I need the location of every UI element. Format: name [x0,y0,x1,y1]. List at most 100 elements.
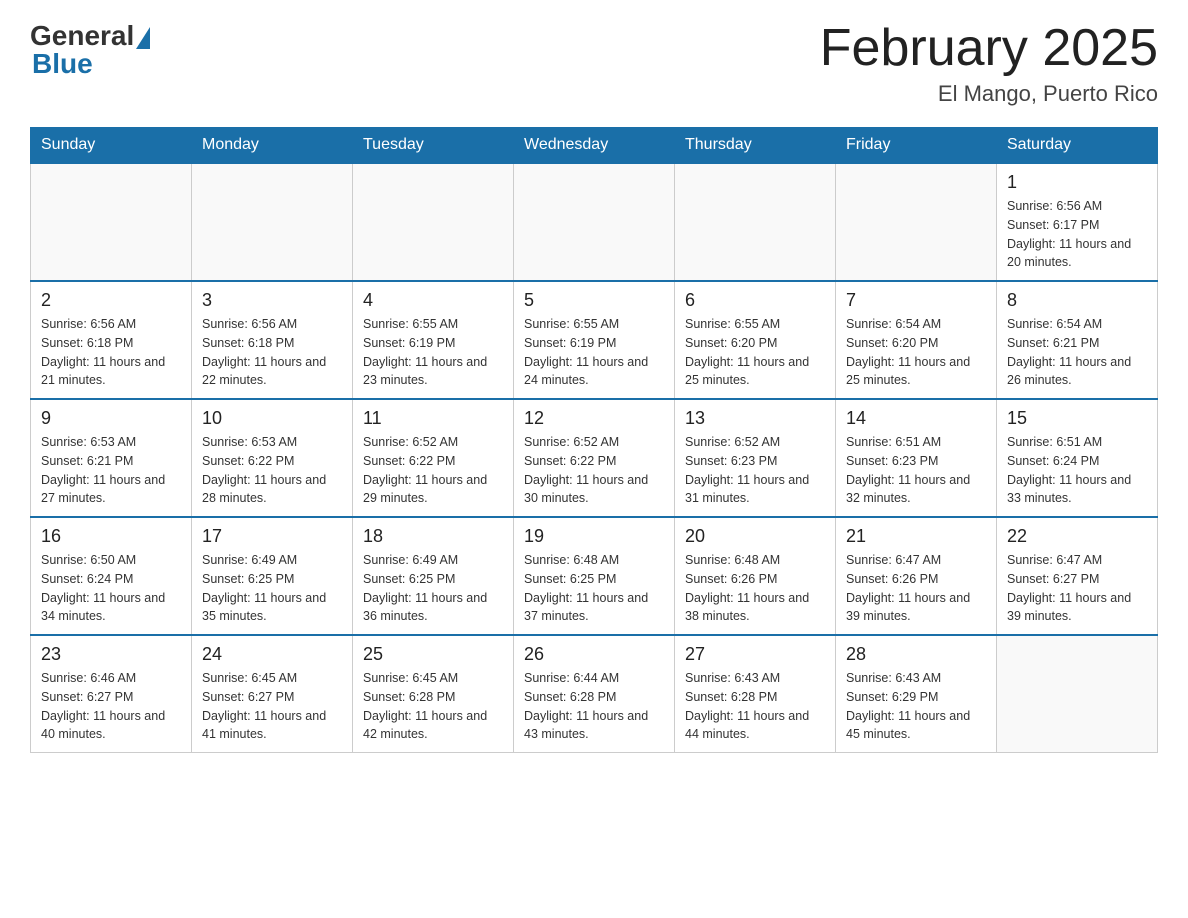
day-info: Sunrise: 6:49 AMSunset: 6:25 PMDaylight:… [363,551,503,626]
day-number: 7 [846,290,986,311]
day-info: Sunrise: 6:48 AMSunset: 6:25 PMDaylight:… [524,551,664,626]
calendar-day-cell: 23 Sunrise: 6:46 AMSunset: 6:27 PMDayligh… [31,635,192,753]
calendar-day-cell: 17 Sunrise: 6:49 AMSunset: 6:25 PMDayligh… [192,517,353,635]
day-info: Sunrise: 6:51 AMSunset: 6:23 PMDaylight:… [846,433,986,508]
calendar-day-cell: 6 Sunrise: 6:55 AMSunset: 6:20 PMDaylight… [675,281,836,399]
day-number: 13 [685,408,825,429]
calendar-week-row: 16 Sunrise: 6:50 AMSunset: 6:24 PMDayligh… [31,517,1158,635]
day-info: Sunrise: 6:47 AMSunset: 6:27 PMDaylight:… [1007,551,1147,626]
day-info: Sunrise: 6:45 AMSunset: 6:27 PMDaylight:… [202,669,342,744]
day-number: 8 [1007,290,1147,311]
calendar-day-cell: 1Sunrise: 6:56 AMSunset: 6:17 PMDaylight… [997,163,1158,281]
page-header: General Blue February 2025 El Mango, Pue… [30,20,1158,107]
logo-blue-text: Blue [32,48,93,80]
day-info: Sunrise: 6:44 AMSunset: 6:28 PMDaylight:… [524,669,664,744]
day-number: 3 [202,290,342,311]
calendar-day-cell: 3 Sunrise: 6:56 AMSunset: 6:18 PMDaylight… [192,281,353,399]
calendar-day-cell: 12 Sunrise: 6:52 AMSunset: 6:22 PMDayligh… [514,399,675,517]
calendar-day-cell: 18 Sunrise: 6:49 AMSunset: 6:25 PMDayligh… [353,517,514,635]
day-info: Sunrise: 6:53 AMSunset: 6:21 PMDaylight:… [41,433,181,508]
day-info: Sunrise: 6:54 AMSunset: 6:20 PMDaylight:… [846,315,986,390]
calendar-week-row: 2 Sunrise: 6:56 AMSunset: 6:18 PMDaylight… [31,281,1158,399]
day-info: Sunrise: 6:47 AMSunset: 6:26 PMDaylight:… [846,551,986,626]
day-number: 23 [41,644,181,665]
title-block: February 2025 El Mango, Puerto Rico [820,20,1158,107]
day-number: 12 [524,408,664,429]
calendar-day-cell: 14 Sunrise: 6:51 AMSunset: 6:23 PMDayligh… [836,399,997,517]
day-number: 2 [41,290,181,311]
day-number: 15 [1007,408,1147,429]
calendar-day-cell: 13 Sunrise: 6:52 AMSunset: 6:23 PMDayligh… [675,399,836,517]
calendar-header-thursday: Thursday [675,128,836,164]
day-info: Sunrise: 6:46 AMSunset: 6:27 PMDaylight:… [41,669,181,744]
calendar-day-cell [675,163,836,281]
day-number: 4 [363,290,503,311]
calendar-table: SundayMondayTuesdayWednesdayThursdayFrid… [30,127,1158,753]
location-subtitle: El Mango, Puerto Rico [820,81,1158,107]
day-number: 10 [202,408,342,429]
day-number: 14 [846,408,986,429]
day-number: 25 [363,644,503,665]
calendar-day-cell: 10 Sunrise: 6:53 AMSunset: 6:22 PMDayligh… [192,399,353,517]
day-info: Sunrise: 6:55 AMSunset: 6:20 PMDaylight:… [685,315,825,390]
day-number: 20 [685,526,825,547]
day-info: Sunrise: 6:56 AMSunset: 6:18 PMDaylight:… [202,315,342,390]
calendar-day-cell [997,635,1158,753]
calendar-week-row: 1Sunrise: 6:56 AMSunset: 6:17 PMDaylight… [31,163,1158,281]
day-info: Sunrise: 6:54 AMSunset: 6:21 PMDaylight:… [1007,315,1147,390]
calendar-day-cell: 26 Sunrise: 6:44 AMSunset: 6:28 PMDayligh… [514,635,675,753]
day-info: Sunrise: 6:45 AMSunset: 6:28 PMDaylight:… [363,669,503,744]
calendar-day-cell: 16 Sunrise: 6:50 AMSunset: 6:24 PMDayligh… [31,517,192,635]
day-number: 1 [1007,172,1147,193]
calendar-day-cell: 19 Sunrise: 6:48 AMSunset: 6:25 PMDayligh… [514,517,675,635]
day-info: Sunrise: 6:53 AMSunset: 6:22 PMDaylight:… [202,433,342,508]
day-number: 27 [685,644,825,665]
day-number: 18 [363,526,503,547]
day-number: 11 [363,408,503,429]
day-info: Sunrise: 6:50 AMSunset: 6:24 PMDaylight:… [41,551,181,626]
day-number: 5 [524,290,664,311]
calendar-day-cell: 20 Sunrise: 6:48 AMSunset: 6:26 PMDayligh… [675,517,836,635]
day-number: 24 [202,644,342,665]
calendar-day-cell [192,163,353,281]
day-info: Sunrise: 6:52 AMSunset: 6:22 PMDaylight:… [524,433,664,508]
calendar-day-cell [31,163,192,281]
calendar-day-cell: 25 Sunrise: 6:45 AMSunset: 6:28 PMDayligh… [353,635,514,753]
calendar-day-cell: 7 Sunrise: 6:54 AMSunset: 6:20 PMDaylight… [836,281,997,399]
day-info: Sunrise: 6:55 AMSunset: 6:19 PMDaylight:… [524,315,664,390]
calendar-day-cell [514,163,675,281]
calendar-header-saturday: Saturday [997,128,1158,164]
calendar-header-tuesday: Tuesday [353,128,514,164]
day-info: Sunrise: 6:52 AMSunset: 6:23 PMDaylight:… [685,433,825,508]
day-number: 6 [685,290,825,311]
calendar-day-cell: 15 Sunrise: 6:51 AMSunset: 6:24 PMDayligh… [997,399,1158,517]
day-number: 16 [41,526,181,547]
day-info: Sunrise: 6:52 AMSunset: 6:22 PMDaylight:… [363,433,503,508]
day-info: Sunrise: 6:49 AMSunset: 6:25 PMDaylight:… [202,551,342,626]
calendar-week-row: 9 Sunrise: 6:53 AMSunset: 6:21 PMDaylight… [31,399,1158,517]
day-info: Sunrise: 6:55 AMSunset: 6:19 PMDaylight:… [363,315,503,390]
calendar-day-cell: 9 Sunrise: 6:53 AMSunset: 6:21 PMDaylight… [31,399,192,517]
calendar-day-cell: 24 Sunrise: 6:45 AMSunset: 6:27 PMDayligh… [192,635,353,753]
calendar-day-cell [353,163,514,281]
day-number: 21 [846,526,986,547]
calendar-header-monday: Monday [192,128,353,164]
day-info: Sunrise: 6:51 AMSunset: 6:24 PMDaylight:… [1007,433,1147,508]
calendar-day-cell [836,163,997,281]
logo: General Blue [30,20,150,80]
day-number: 9 [41,408,181,429]
calendar-day-cell: 8 Sunrise: 6:54 AMSunset: 6:21 PMDaylight… [997,281,1158,399]
day-number: 19 [524,526,664,547]
calendar-week-row: 23 Sunrise: 6:46 AMSunset: 6:27 PMDayligh… [31,635,1158,753]
day-info: Sunrise: 6:43 AMSunset: 6:28 PMDaylight:… [685,669,825,744]
calendar-header-friday: Friday [836,128,997,164]
logo-triangle-icon [136,27,150,49]
calendar-day-cell: 4 Sunrise: 6:55 AMSunset: 6:19 PMDaylight… [353,281,514,399]
calendar-header-wednesday: Wednesday [514,128,675,164]
day-number: 17 [202,526,342,547]
day-info: Sunrise: 6:43 AMSunset: 6:29 PMDaylight:… [846,669,986,744]
day-number: 28 [846,644,986,665]
calendar-day-cell: 28 Sunrise: 6:43 AMSunset: 6:29 PMDayligh… [836,635,997,753]
day-info: Sunrise: 6:48 AMSunset: 6:26 PMDaylight:… [685,551,825,626]
day-number: 26 [524,644,664,665]
